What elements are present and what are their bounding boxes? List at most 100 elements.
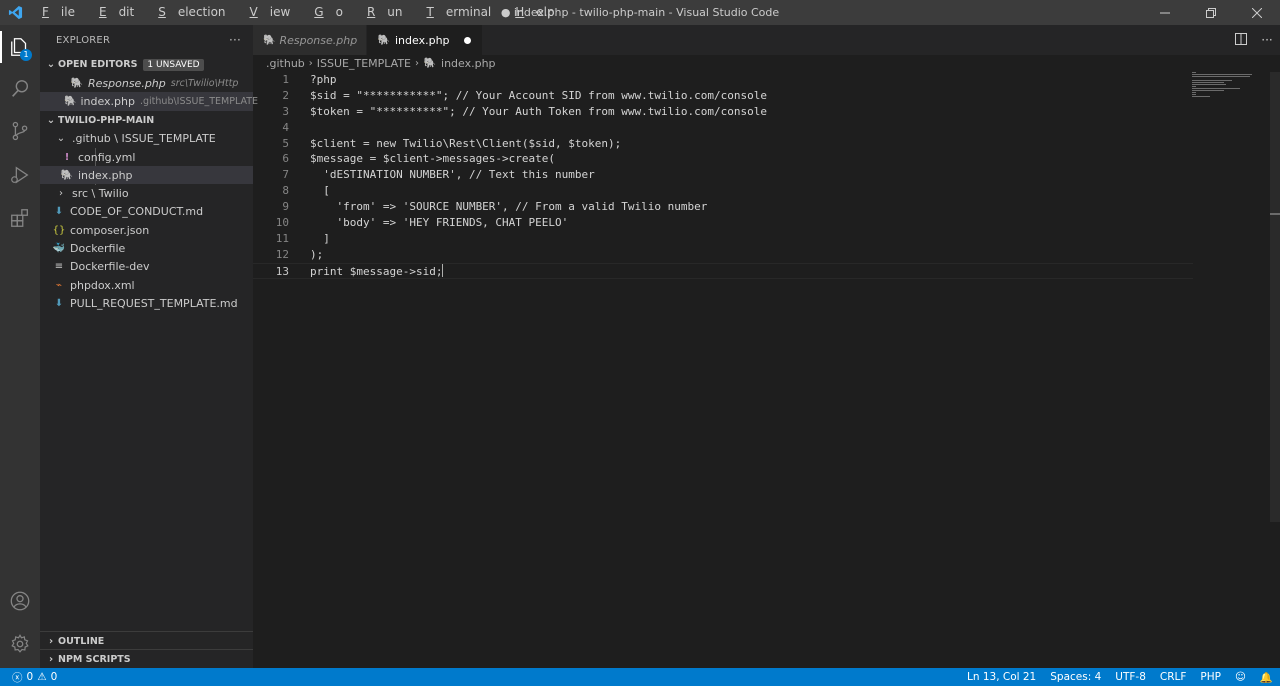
restore-button[interactable] xyxy=(1188,0,1234,25)
minimap[interactable] xyxy=(1192,72,1270,98)
code-line[interactable]: 10 'body' => 'HEY FRIENDS, CHAT PEELO' xyxy=(253,215,1193,231)
chevron-right-icon: › xyxy=(48,654,54,665)
code-line[interactable]: 2 $sid = "***********"; // Your Account S… xyxy=(253,88,1193,104)
notifications-bell-icon[interactable]: 🔔 xyxy=(1253,671,1280,684)
code-text: $message = $client->messages->create( xyxy=(310,152,556,166)
extensions-icon[interactable] xyxy=(0,198,40,238)
menu-item[interactable]: Selection xyxy=(146,0,237,25)
settings-gear-icon[interactable] xyxy=(0,624,40,664)
chevron-right-icon: › xyxy=(308,58,313,69)
accounts-icon[interactable] xyxy=(0,581,40,621)
folder-name: src \ Twilio xyxy=(72,187,129,201)
explorer-icon[interactable]: 1 xyxy=(0,27,40,67)
code-editor[interactable]: 1 ?php 2 $sid = "***********"; // Your Acco… xyxy=(253,72,1193,279)
folder-item[interactable]: ⌄ .github \ ISSUE_TEMPLATE xyxy=(40,130,253,148)
menu-item[interactable]: Edit xyxy=(87,0,146,25)
source-control-icon[interactable] xyxy=(0,111,40,151)
code-line[interactable]: 3 $token = "**********"; // Your Auth Tok… xyxy=(253,104,1193,120)
project-section[interactable]: ⌄ TWILIO-PHP-MAIN xyxy=(40,111,253,130)
file-item[interactable]: ⬇ PULL_REQUEST_TEMPLATE.md xyxy=(40,294,253,312)
php-file-icon: 🐘 xyxy=(64,95,77,107)
menu-item[interactable]: Terminal xyxy=(415,0,504,25)
chevron-down-icon: ⌄ xyxy=(46,59,56,70)
code-line[interactable]: 6 $message = $client->messages->create( xyxy=(253,151,1193,167)
chevron-down-icon: ⌄ xyxy=(46,114,56,126)
code-text: 'from' => 'SOURCE NUMBER', // From a val… xyxy=(310,200,708,214)
vertical-scrollbar[interactable] xyxy=(1270,72,1280,522)
open-editors-section[interactable]: ⌄ OPEN EDITORS 1 UNSAVED xyxy=(40,55,253,74)
code-text: [ xyxy=(310,184,330,198)
unsaved-dot-icon[interactable] xyxy=(463,36,471,44)
breadcrumb-item[interactable]: index.php xyxy=(441,57,496,70)
tab-response-php[interactable]: 🐘 Response.php xyxy=(253,25,367,55)
code-text: 'dESTINATION NUMBER', // Text this numbe… xyxy=(310,168,595,182)
warning-count: 0 xyxy=(50,671,58,683)
php-file-icon: 🐘 xyxy=(377,34,391,46)
menu-item[interactable]: File xyxy=(30,0,87,25)
file-item[interactable]: 🐘 index.php xyxy=(40,166,253,185)
explorer-sidebar: EXPLORER ··· ⌄ OPEN EDITORS 1 UNSAVED 🐘 … xyxy=(40,25,258,669)
breadcrumb-item[interactable]: ISSUE_TEMPLATE xyxy=(317,57,411,70)
folder-item[interactable]: › src \ Twilio xyxy=(40,184,253,202)
code-text: ?php xyxy=(310,73,337,86)
indentation[interactable]: Spaces: 4 xyxy=(1043,671,1108,683)
line-number: 9 xyxy=(282,200,289,214)
editor-tabs: 🐘 Response.php 🐘 index.php ··· xyxy=(253,25,1280,55)
code-line[interactable]: 4 xyxy=(253,120,1193,136)
menu-item[interactable]: Help xyxy=(503,0,566,25)
code-line[interactable]: 11 ] xyxy=(253,231,1193,247)
menu-bar: File Edit Selection View Go Run Terminal Help xyxy=(30,0,567,25)
code-text: 'body' => 'HEY FRIENDS, CHAT PEELO' xyxy=(310,216,569,230)
file-item[interactable]: ≡ Dockerfile-dev xyxy=(40,258,253,276)
language-mode[interactable]: PHP xyxy=(1193,671,1228,683)
search-icon[interactable] xyxy=(0,69,40,109)
file-item[interactable]: ! config.yml xyxy=(40,148,253,166)
json-file-icon: {} xyxy=(52,224,66,236)
php-file-icon: 🐘 xyxy=(60,169,74,181)
line-number: 12 xyxy=(275,247,289,261)
tab-index-php[interactable]: 🐘 index.php xyxy=(367,25,483,55)
file-item[interactable]: ⌁ phpdox.xml xyxy=(40,276,253,294)
file-item[interactable]: ⬇ CODE_OF_CONDUCT.md xyxy=(40,203,253,221)
menu-item[interactable]: Run xyxy=(355,0,415,25)
open-editor-item[interactable]: 🐘 Response.php src\Twilio\Http xyxy=(40,74,253,92)
menu-item[interactable]: View xyxy=(238,0,303,25)
breadcrumb-item[interactable]: .github xyxy=(266,57,305,70)
code-line[interactable]: 1 ?php xyxy=(253,72,1193,88)
more-actions-icon[interactable]: ··· xyxy=(1254,33,1280,47)
code-line[interactable]: 13 print $message->sid; xyxy=(253,262,1193,279)
code-line[interactable]: 7 'dESTINATION NUMBER', // Text this num… xyxy=(253,167,1193,183)
code-line[interactable]: 9 'from' => 'SOURCE NUMBER', // From a v… xyxy=(253,199,1193,215)
feedback-icon[interactable]: ☺ xyxy=(1228,671,1253,683)
folder-name: .github \ ISSUE_TEMPLATE xyxy=(72,132,216,146)
unsaved-badge: 1 xyxy=(20,49,32,61)
menu-item[interactable]: Go xyxy=(302,0,355,25)
encoding[interactable]: UTF-8 xyxy=(1108,671,1153,683)
code-line[interactable]: 8 [ xyxy=(253,183,1193,199)
file-item[interactable]: 🐳 Dockerfile xyxy=(40,239,253,257)
minimize-button[interactable] xyxy=(1142,0,1188,25)
file-item[interactable]: {} composer.json xyxy=(40,221,253,239)
code-line[interactable]: 5 $client = new Twilio\Rest\Client($sid, … xyxy=(253,136,1193,152)
file-name: index.php xyxy=(78,168,133,182)
line-number: 6 xyxy=(282,152,289,166)
code-line[interactable]: 12); xyxy=(253,247,1193,263)
open-editor-item[interactable]: 🐘 index.php .github\ISSUE_TEMPLATE xyxy=(40,92,258,111)
code-text: $client = new Twilio\Rest\Client($sid, $… xyxy=(310,136,622,150)
npm-scripts-section[interactable]: › NPM SCRIPTS xyxy=(40,649,253,669)
file-name: composer.json xyxy=(70,223,150,237)
cursor-position[interactable]: Ln 13, Col 21 xyxy=(960,671,1043,683)
outline-section[interactable]: › OUTLINE xyxy=(40,631,253,651)
open-editor-name: index.php xyxy=(80,94,135,108)
chevron-right-icon: › xyxy=(415,58,420,69)
problems-indicator[interactable]: ⓧ 0 ⚠ 0 xyxy=(0,670,57,685)
close-window-button[interactable] xyxy=(1234,0,1280,25)
line-number: 11 xyxy=(275,231,289,245)
tab-label: index.php xyxy=(395,33,450,47)
split-editor-icon[interactable] xyxy=(1228,32,1254,48)
code-text: ); xyxy=(310,247,324,261)
more-actions-button[interactable]: ··· xyxy=(229,33,241,47)
end-of-line[interactable]: CRLF xyxy=(1153,671,1194,683)
run-debug-icon[interactable] xyxy=(0,155,40,195)
chevron-right-icon: › xyxy=(59,188,63,200)
